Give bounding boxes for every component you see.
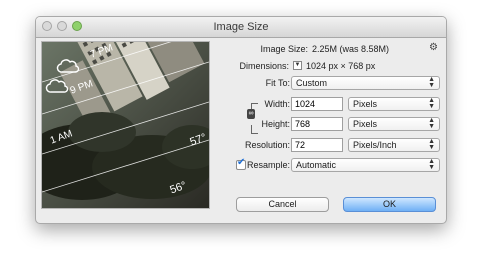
chain-link-icon[interactable]: ∞ xyxy=(247,109,255,119)
cancel-button[interactable]: Cancel xyxy=(236,197,329,212)
fit-to-select[interactable]: Custom ▲ ▼ xyxy=(291,76,440,90)
dimensions-value: 1024 px × 768 px xyxy=(306,61,376,71)
resolution-field[interactable] xyxy=(291,138,343,152)
width-unit-value: Pixels xyxy=(353,99,378,109)
height-unit-select[interactable]: Pixels ▲ ▼ xyxy=(348,117,440,131)
image-preview: 7 PM 9 PM 1 AM 57° 56° xyxy=(41,41,210,209)
width-label: Width: xyxy=(264,99,290,109)
resolution-unit-value: Pixels/Inch xyxy=(353,140,397,150)
zoom-icon[interactable] xyxy=(72,21,82,31)
width-unit-select[interactable]: Pixels ▲ ▼ xyxy=(348,97,440,111)
up-down-arrows-icon: ▲ ▼ xyxy=(428,117,435,130)
title-bar: Image Size xyxy=(36,17,446,38)
ok-button[interactable]: OK xyxy=(343,197,436,212)
height-field[interactable] xyxy=(291,117,343,131)
dimensions-label: Dimensions: xyxy=(239,61,289,71)
minimize-icon[interactable] xyxy=(57,21,67,31)
up-down-arrows-icon: ▲ ▼ xyxy=(428,158,435,171)
image-size-dialog: Image Size 7 PM 9 PM 1 AM 57° 56° Image … xyxy=(35,16,447,224)
disclosure-triangle-icon[interactable]: ▼ xyxy=(293,61,302,70)
fit-to-value: Custom xyxy=(296,78,328,88)
fit-to-label: Fit To: xyxy=(265,78,290,88)
up-down-arrows-icon: ▲ ▼ xyxy=(428,76,435,89)
resolution-unit-select[interactable]: Pixels/Inch ▲ ▼ xyxy=(348,138,440,152)
checkmark-icon: ✔ xyxy=(237,157,246,168)
constrain-bracket-bottom xyxy=(251,125,258,134)
resample-value: Automatic xyxy=(296,160,337,170)
window-title: Image Size xyxy=(213,21,269,33)
up-down-arrows-icon: ▲ ▼ xyxy=(428,138,435,151)
traffic-lights xyxy=(42,21,82,31)
resolution-label: Resolution: xyxy=(244,140,290,150)
image-size-label: Image Size: xyxy=(260,44,308,54)
height-unit-value: Pixels xyxy=(353,119,378,129)
gear-icon[interactable]: ⚙ xyxy=(429,42,438,53)
width-field[interactable] xyxy=(291,97,343,111)
resample-select[interactable]: Automatic ▲ ▼ xyxy=(291,158,440,172)
image-size-value: 2.25M (was 8.58M) xyxy=(312,44,390,54)
height-label: Height: xyxy=(261,119,290,129)
resample-checkbox[interactable]: ✔ xyxy=(236,157,246,170)
close-icon[interactable] xyxy=(42,21,52,31)
resample-label: Resample: xyxy=(246,160,290,170)
up-down-arrows-icon: ▲ ▼ xyxy=(428,97,435,110)
